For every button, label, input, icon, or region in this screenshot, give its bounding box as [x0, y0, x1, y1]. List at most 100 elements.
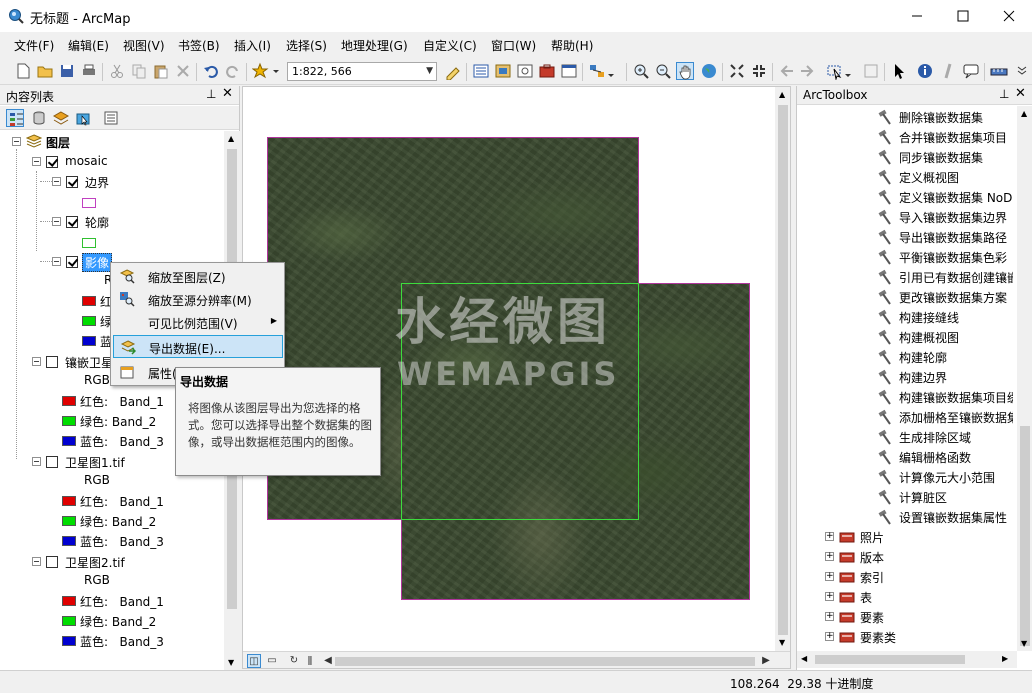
menu-edit[interactable]: 编辑(E) [68, 37, 109, 54]
horizontal-scrollbar-thumb[interactable] [335, 657, 755, 666]
scroll-left-icon[interactable]: ◀ [321, 654, 335, 668]
arctoolbox-vertical-scrollbar[interactable]: ▲ ▼ [1017, 106, 1032, 651]
collapse-expander[interactable] [12, 137, 21, 146]
layout-view-icon[interactable]: ▭ [265, 654, 279, 668]
scroll-up-icon[interactable]: ▲ [779, 90, 785, 99]
map-scale-combobox[interactable]: 1:822, 566 ▼ [287, 62, 437, 81]
arctoolbox-tool[interactable]: 计算像元大小范围 [797, 468, 1013, 486]
list-by-selection-icon[interactable] [74, 109, 92, 127]
arctoolbox-toolset[interactable]: + 版本 [797, 548, 1013, 566]
cut-icon[interactable] [108, 62, 126, 80]
scroll-right-icon[interactable]: ▶ [759, 654, 773, 668]
list-by-drawing-order-icon[interactable] [6, 109, 24, 127]
arctoolbox-tool[interactable]: 生成排除区域 [797, 428, 1013, 446]
scroll-right-icon[interactable]: ▶ [1002, 654, 1008, 663]
menu-geoprocessing[interactable]: 地理处理(G) [341, 37, 408, 54]
arctoolbox-tool[interactable]: 导入镶嵌数据集边界 [797, 208, 1013, 226]
list-by-visibility-icon[interactable] [52, 109, 70, 127]
paste-icon[interactable] [152, 62, 170, 80]
hyperlink-icon[interactable] [940, 62, 958, 80]
back-extent-icon[interactable] [778, 62, 796, 80]
clear-selection-icon[interactable] [862, 62, 880, 80]
fixed-zoom-out-icon[interactable] [750, 62, 768, 80]
scroll-down-icon[interactable]: ▼ [779, 638, 785, 647]
close-icon[interactable]: ✕ [222, 86, 233, 101]
arctoolbox-toolset[interactable]: + 照片 [797, 528, 1013, 546]
menu-help[interactable]: 帮助(H) [551, 37, 593, 54]
arctoolbox-tool[interactable]: 引用已有数据创建镶嵌 [797, 268, 1013, 286]
arctoolbox-tool[interactable]: 同步镶嵌数据集 [797, 148, 1013, 166]
scroll-down-icon[interactable]: ▼ [1021, 639, 1027, 648]
arctoolbox-icon[interactable] [538, 62, 556, 80]
layer-visibility-checkbox[interactable] [46, 456, 58, 468]
expand-expander[interactable]: + [825, 632, 834, 641]
options-icon[interactable] [102, 109, 120, 127]
map-vertical-scrollbar[interactable]: ▲ ▼ [775, 87, 790, 651]
arctoolbox-toolset[interactable]: + 表 [797, 588, 1013, 606]
add-data-icon[interactable] [252, 62, 280, 80]
fixed-zoom-in-icon[interactable] [728, 62, 746, 80]
arctoolbox-toolset[interactable]: + 要素类 [797, 628, 1013, 646]
catalog-icon[interactable] [494, 62, 512, 80]
collapse-expander[interactable] [32, 557, 41, 566]
toc-group-mosaic[interactable]: mosaic [0, 153, 220, 171]
select-elements-arrow-icon[interactable] [890, 62, 908, 80]
toc-layer-satellite-2[interactable]: 卫星图2.tif [0, 553, 220, 571]
print-icon[interactable] [80, 62, 98, 80]
arctoolbox-tool[interactable]: 合并镶嵌数据集项目 [797, 128, 1013, 146]
new-document-icon[interactable] [14, 62, 32, 80]
scroll-up-icon[interactable]: ▲ [1021, 109, 1027, 118]
full-extent-globe-icon[interactable] [700, 62, 718, 80]
arctoolbox-tool[interactable]: 导出镶嵌数据集路径 [797, 228, 1013, 246]
pin-icon[interactable]: ⊥ [999, 87, 1009, 101]
modelbuilder-icon[interactable] [588, 62, 616, 80]
arctoolbox-tool[interactable]: 删除镶嵌数据集 [797, 108, 1013, 126]
python-window-icon[interactable] [560, 62, 578, 80]
menu-file[interactable]: 文件(F) [14, 37, 54, 54]
editor-toolbar-icon[interactable] [444, 62, 462, 80]
arctoolbox-tool[interactable]: 构建边界 [797, 368, 1013, 386]
arctoolbox-horizontal-scrollbar[interactable]: ◀ ▶ [797, 651, 1017, 668]
close-icon[interactable]: ✕ [1015, 86, 1026, 101]
collapse-expander[interactable] [32, 357, 41, 366]
forward-extent-icon[interactable] [798, 62, 816, 80]
zoom-out-icon[interactable] [654, 62, 672, 80]
arctoolbox-toolset[interactable]: + 要素 [797, 608, 1013, 626]
save-icon[interactable] [58, 62, 76, 80]
scrollbar-thumb[interactable] [1020, 426, 1030, 646]
search-window-icon[interactable] [516, 62, 534, 80]
collapse-expander[interactable] [32, 157, 41, 166]
menu-view[interactable]: 视图(V) [123, 37, 165, 54]
menu-selection[interactable]: 选择(S) [286, 37, 327, 54]
scroll-up-icon[interactable]: ▲ [228, 134, 234, 143]
collapse-expander[interactable] [52, 257, 61, 266]
measure-icon[interactable] [990, 62, 1008, 80]
collapse-expander[interactable] [52, 177, 61, 186]
arctoolbox-tool[interactable]: 构建概视图 [797, 328, 1013, 346]
arctoolbox-tool[interactable]: 定义概视图 [797, 168, 1013, 186]
arctoolbox-tool[interactable]: 计算脏区 [797, 488, 1013, 506]
identify-icon[interactable] [916, 62, 934, 80]
list-by-source-icon[interactable] [30, 109, 48, 127]
scrollbar-thumb[interactable] [778, 105, 788, 635]
menu-bookmarks[interactable]: 书签(B) [178, 37, 220, 54]
undo-icon[interactable] [202, 62, 220, 80]
arctoolbox-tool[interactable]: 平衡镶嵌数据集色彩 [797, 248, 1013, 266]
table-of-contents-icon[interactable] [472, 62, 490, 80]
menu-item-zoom-to-source-resolution[interactable]: 缩放至源分辨率(M) [113, 288, 283, 311]
menu-item-zoom-to-layer[interactable]: 缩放至图层(Z) [113, 265, 283, 288]
select-features-icon[interactable] [826, 62, 854, 80]
maximize-button[interactable] [940, 0, 986, 32]
arctoolbox-tool[interactable]: 编辑栅格函数 [797, 448, 1013, 466]
refresh-icon[interactable]: ↻ [287, 654, 301, 668]
layer-visibility-checkbox[interactable] [46, 356, 58, 368]
scroll-down-icon[interactable]: ▼ [228, 658, 234, 667]
layer-visibility-checkbox[interactable] [46, 156, 58, 168]
arctoolbox-tool[interactable]: 构建镶嵌数据集项目缓 [797, 388, 1013, 406]
scroll-left-icon[interactable]: ◀ [801, 654, 807, 663]
layer-visibility-checkbox[interactable] [66, 256, 78, 268]
expand-expander[interactable]: + [825, 612, 834, 621]
arctoolbox-tool[interactable]: 添加栅格至镶嵌数据集 [797, 408, 1013, 426]
toolbar-overflow-icon[interactable] [1016, 62, 1028, 80]
pause-drawing-icon[interactable]: ǁ [303, 654, 317, 668]
